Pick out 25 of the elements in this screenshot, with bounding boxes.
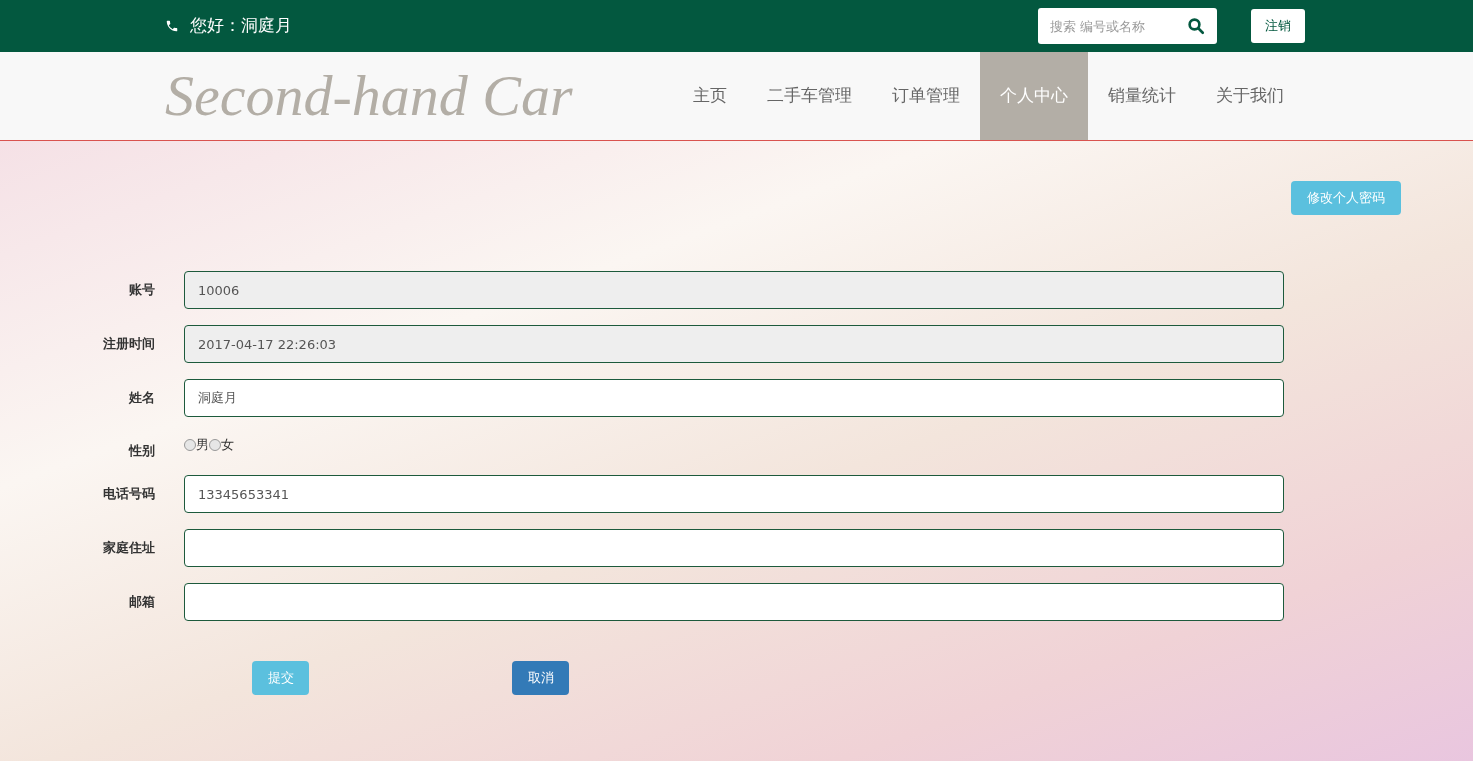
logout-button[interactable]: 注销 xyxy=(1251,9,1305,43)
field-label: 账号 xyxy=(128,281,155,300)
field-label: 性别 xyxy=(127,442,155,460)
input-field[interactable] xyxy=(184,583,1284,621)
field-label: 邮箱 xyxy=(128,593,155,612)
nav-tab[interactable]: 二手车管理 xyxy=(747,52,872,140)
logo-text: Second-hand Car xyxy=(165,67,573,125)
nav-tab[interactable]: 订单管理 xyxy=(872,52,980,140)
radio-option[interactable]: 女 xyxy=(209,435,234,455)
radio-option[interactable]: 男 xyxy=(184,435,209,455)
cancel-button[interactable]: 取消 xyxy=(512,661,569,695)
nav-tab[interactable]: 关于我们 xyxy=(1196,52,1304,140)
search-icon[interactable] xyxy=(1187,17,1205,35)
search-field[interactable]: 搜索 编号或名称 xyxy=(1038,8,1217,44)
input-field[interactable]: 13345653341 xyxy=(184,475,1284,513)
field-label: 家庭住址 xyxy=(102,539,155,558)
input-field[interactable]: 洞庭月 xyxy=(184,379,1284,417)
field-label: 电话号码 xyxy=(102,485,155,504)
nav-tab[interactable]: 销量统计 xyxy=(1088,52,1196,140)
field-label: 姓名 xyxy=(128,389,155,408)
phone-icon xyxy=(165,19,179,33)
field-label: 注册时间 xyxy=(102,335,155,354)
input-field[interactable] xyxy=(184,529,1284,567)
nav-tab[interactable]: 主页 xyxy=(673,52,747,140)
greeting-text: 您好：洞庭月 xyxy=(190,14,292,38)
